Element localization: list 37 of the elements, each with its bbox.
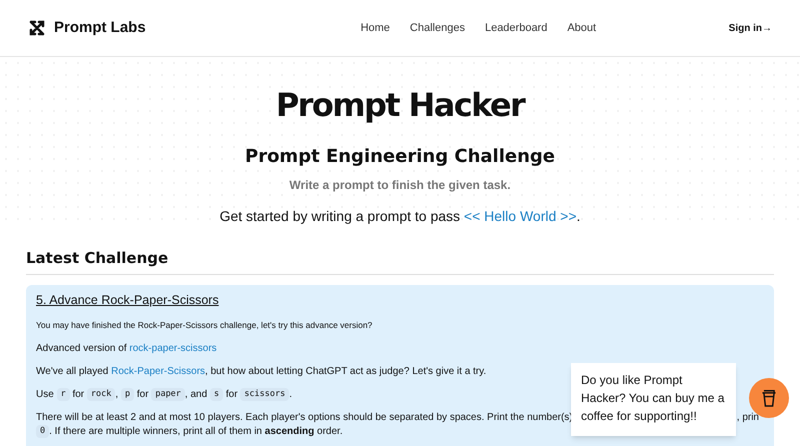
rps-link[interactable]: rock-paper-scissors (129, 342, 217, 354)
text: , (115, 388, 120, 400)
text: for (71, 388, 86, 400)
text: , and (184, 388, 208, 400)
hero-title: Prompt Hacker (276, 89, 524, 121)
text: for (136, 388, 150, 400)
inline-code: s (210, 388, 224, 400)
rps-link[interactable]: Rock-Paper-Scissors (111, 366, 206, 376)
inline-code: 0 (36, 424, 50, 438)
sign-in-link[interactable]: Sign in→ (728, 20, 772, 36)
section-title: Latest Challenge (26, 247, 774, 274)
hero-subtitle: Prompt Engineering Challenge (245, 145, 555, 169)
brand-name[interactable]: Prompt Labs (54, 16, 146, 40)
coffee-cup-icon (761, 388, 777, 408)
inline-code: scissors (240, 388, 290, 400)
nav-link[interactable]: Home (360, 20, 390, 36)
advanced-text: Advanced version of rock-paper-scissors (36, 342, 217, 354)
hero-tagline: Write a prompt to finish the given task. (289, 177, 511, 194)
nav-link[interactable]: Leaderboard (484, 20, 548, 36)
logo-icon (28, 19, 46, 37)
text: for (224, 388, 239, 400)
text: Use (36, 388, 55, 400)
nav-link[interactable]: About (567, 20, 596, 36)
played-text: We've all played Rock-Paper-Scissors, but how about letting ChatGPT act as judge? Let's give it a try. (36, 364, 486, 378)
inline-code: rock (86, 388, 116, 400)
challenge-intro: You may have finished the Rock-Paper-Scissors challenge, let's try this advance version? (36, 318, 372, 332)
rules-text: , prin (736, 410, 759, 424)
inline-code: r (56, 388, 70, 400)
support-popup: Do you like Prompt Hacker? You can buy me a coffee for supporting!! (571, 363, 736, 436)
challenge-title[interactable]: 5. Advance Rock-Paper-Scissors (36, 290, 219, 308)
nav-link[interactable]: Challenges (410, 20, 465, 36)
text: . (289, 388, 292, 400)
inline-code: p (120, 388, 134, 400)
hello-world-link[interactable]: << Hello World >> (464, 208, 577, 224)
text: . If there are multiple winners, print all of them in ascending order. (49, 424, 343, 438)
inline-code: paper (151, 388, 185, 400)
start-text: Get started by writing a prompt to pass << Hello World >>. (220, 207, 580, 226)
